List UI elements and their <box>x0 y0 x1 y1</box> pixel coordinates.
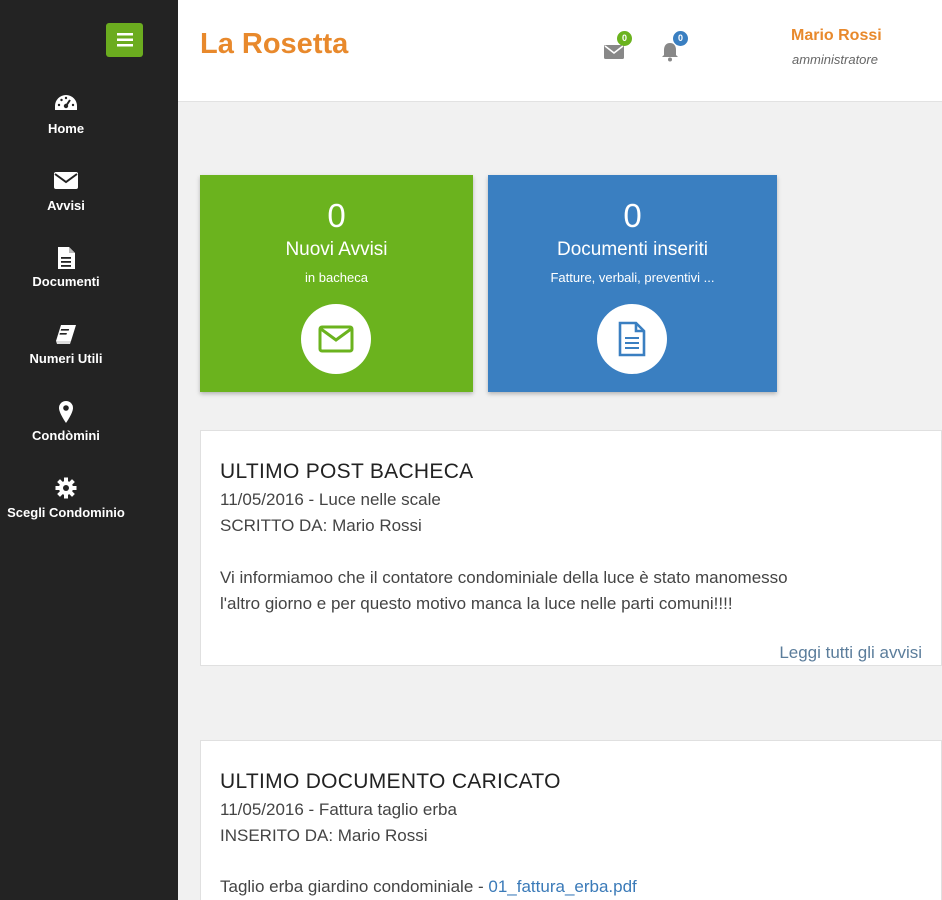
sidebar-item-label: Home <box>47 121 85 136</box>
app-title[interactable]: La Rosetta <box>200 28 348 61</box>
user-role: amministratore <box>792 52 878 67</box>
last-post-panel: ULTIMO POST BACHECA 11/05/2016 - Luce ne… <box>200 430 942 666</box>
panel-heading: ULTIMO DOCUMENTO CARICATO <box>220 770 561 793</box>
document-date-title: 11/05/2016 - Fattura taglio erba <box>220 800 457 819</box>
post-author: SCRITTO DA: Mario Rossi <box>220 516 422 535</box>
file-icon <box>0 246 132 270</box>
sidebar-item-home[interactable]: Home <box>0 93 132 136</box>
card-subtitle: in bacheca <box>305 270 368 285</box>
top-header: La Rosetta 0 0 Mario Rossi amministrator… <box>178 0 942 102</box>
card-value: 0 <box>623 197 642 234</box>
envelope-icon <box>604 45 624 59</box>
card-subtitle: Fatture, verbali, preventivi ... <box>550 270 715 285</box>
sidebar-item-documenti[interactable]: Documenti <box>0 246 132 289</box>
notifications-button[interactable]: 0 <box>660 31 688 62</box>
card-value: 0 <box>327 197 346 234</box>
new-notices-card[interactable]: 0 Nuovi Avvisi in bacheca <box>200 175 473 392</box>
sidebar-item-label: Avvisi <box>47 198 85 213</box>
last-document-panel: ULTIMO DOCUMENTO CARICATO 11/05/2016 - F… <box>200 740 942 900</box>
read-all-notices-link[interactable]: Leggi tutti gli avvisi <box>779 643 922 663</box>
card-title: Nuovi Avvisi <box>285 239 388 260</box>
documents-inserted-card[interactable]: 0 Documenti inseriti Fatture, verbali, p… <box>488 175 777 392</box>
card-icon-circle <box>597 304 667 374</box>
user-name[interactable]: Mario Rossi <box>791 27 882 45</box>
sidebar-item-numeri-utili[interactable]: Numeri Utili <box>0 323 132 366</box>
card-title: Documenti inseriti <box>557 239 708 260</box>
map-marker-icon <box>0 400 132 424</box>
menu-toggle-button[interactable] <box>106 23 143 57</box>
sidebar-item-label: Condòmini <box>32 428 100 443</box>
sidebar-item-label: Numeri Utili <box>29 351 103 366</box>
messages-count-badge: 0 <box>617 31 632 46</box>
sidebar-item-label: Scegli Condominio <box>7 505 125 520</box>
document-icon <box>618 321 646 357</box>
notifications-count-badge: 0 <box>673 31 688 46</box>
sidebar: Home Avvisi Documenti Numeri Utili Condò… <box>0 0 178 900</box>
panel-heading: ULTIMO POST BACHECA <box>220 460 474 483</box>
dashboard-icon <box>0 93 132 117</box>
envelope-icon <box>318 325 354 353</box>
sidebar-item-scegli-condominio[interactable]: Scegli Condominio <box>0 477 132 520</box>
post-date-title: 11/05/2016 - Luce nelle scale <box>220 490 441 509</box>
document-description: Taglio erba giardino condominiale - <box>220 877 489 896</box>
document-description-row: Taglio erba giardino condominiale - 01_f… <box>220 877 637 897</box>
post-body-line: l'altro giorno e per questo motivo manca… <box>220 594 733 613</box>
gear-icon <box>0 477 132 501</box>
messages-button[interactable]: 0 <box>604 31 632 62</box>
post-body-line: Vi informiamoo che il contatore condomin… <box>220 568 788 587</box>
hamburger-icon <box>116 33 133 47</box>
document-author: INSERITO DA: Mario Rossi <box>220 826 428 845</box>
document-file-link[interactable]: 01_fattura_erba.pdf <box>488 877 636 896</box>
sidebar-item-condomini[interactable]: Condòmini <box>0 400 132 443</box>
sidebar-item-avvisi[interactable]: Avvisi <box>0 170 132 213</box>
sidebar-item-label: Documenti <box>32 274 100 289</box>
envelope-icon <box>0 170 132 194</box>
card-icon-circle <box>301 304 371 374</box>
book-icon <box>0 323 132 347</box>
